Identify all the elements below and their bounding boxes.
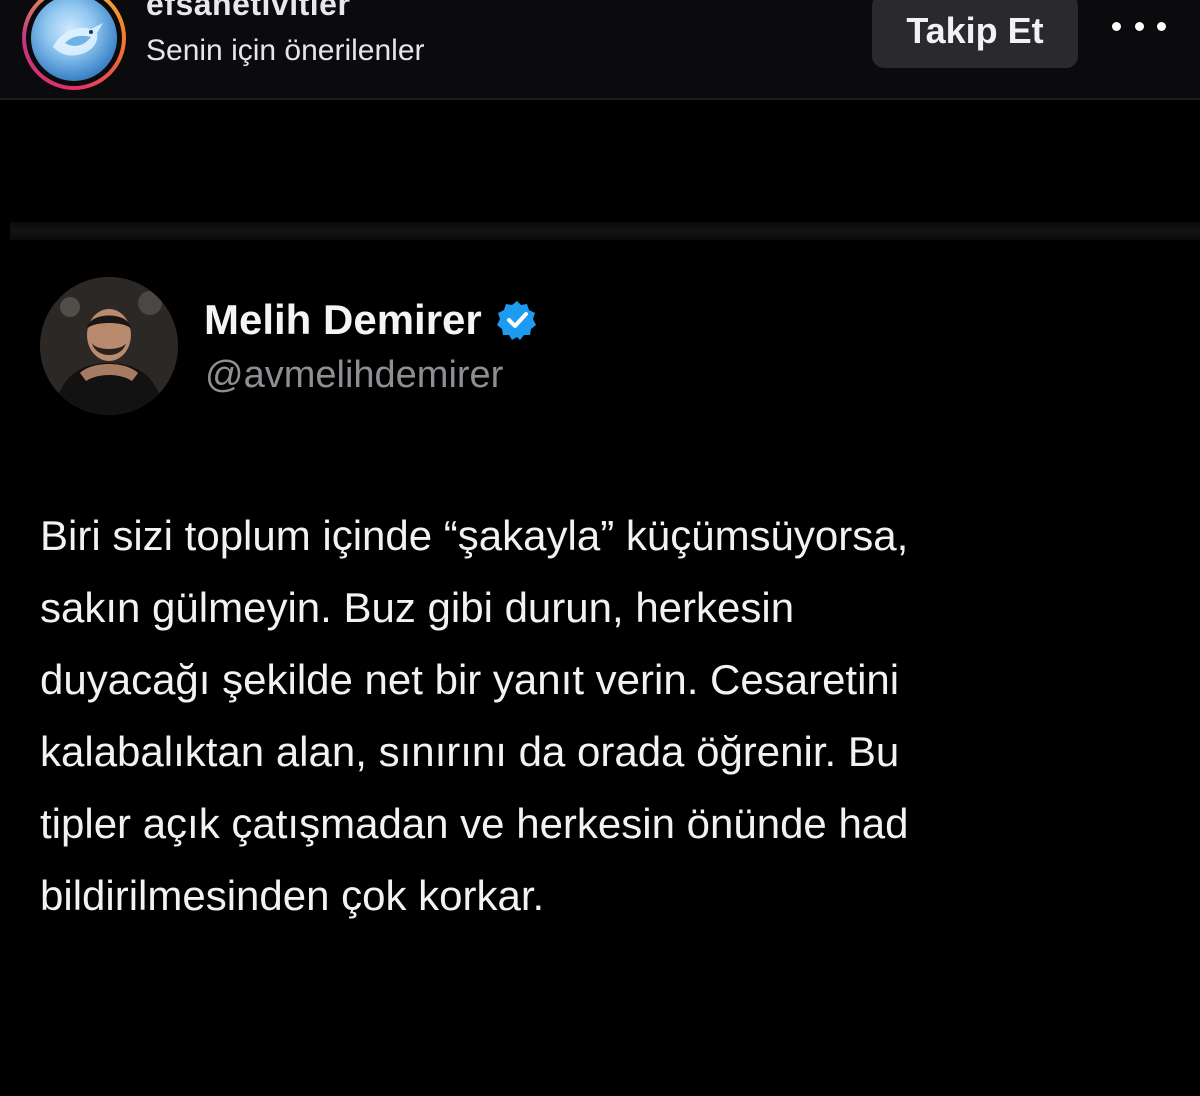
more-horizontal-icon[interactable] xyxy=(1112,6,1166,46)
person-photo-icon xyxy=(40,277,178,415)
post-header: efsanetivitler Senin için önerilenler Ta… xyxy=(0,0,1200,100)
account-avatar[interactable] xyxy=(22,0,126,90)
follow-button[interactable]: Takip Et xyxy=(872,0,1078,68)
post-view: efsanetivitler Senin için önerilenler Ta… xyxy=(0,0,1200,1096)
account-name[interactable]: efsanetivitler xyxy=(146,0,350,23)
tweet-avatar xyxy=(40,277,178,415)
tweet-handle: @avmelihdemirer xyxy=(205,354,504,396)
divider xyxy=(10,222,1200,240)
bird-icon xyxy=(53,23,103,56)
tweet-body: Biri sizi toplum içinde “şakayla” küçüms… xyxy=(40,512,909,919)
verified-badge-icon xyxy=(496,301,536,340)
bird-avatar-image xyxy=(31,0,117,81)
suggested-subtitle: Senin için önerilenler xyxy=(146,34,425,67)
display-name-text: Melih Demirer xyxy=(204,296,482,343)
tweet-display-name: Melih Demirer xyxy=(204,296,538,344)
